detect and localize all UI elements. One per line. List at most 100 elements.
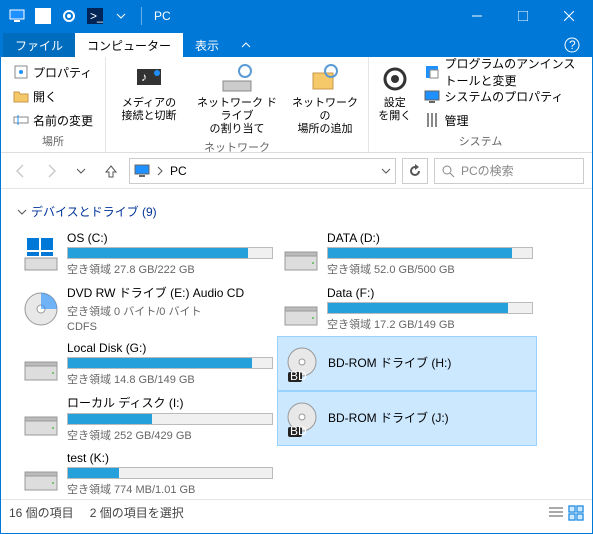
drive-name: DVD RW ドライブ (E:) Audio CD <box>67 284 273 301</box>
drive-item[interactable]: test (K:) 空き領域 774 MB/1.01 GB <box>17 446 277 499</box>
manage-button[interactable]: 管理 <box>420 109 584 131</box>
group-label-network: ネットワーク <box>114 137 360 155</box>
drive-icon: BD <box>282 344 322 384</box>
svg-text:BD: BD <box>290 369 307 383</box>
recent-button[interactable] <box>69 159 93 183</box>
drive-name: Local Disk (G:) <box>67 341 273 355</box>
selection-count: 2 個の項目を選択 <box>90 504 184 521</box>
status-bar: 16 個の項目 2 個の項目を選択 <box>1 499 592 525</box>
uninstall-button[interactable]: プログラムのアンインストールと変更 <box>420 61 584 83</box>
system-props-icon <box>424 88 440 104</box>
drive-name: OS (C:) <box>67 231 273 245</box>
back-button[interactable] <box>9 159 33 183</box>
add-location-icon <box>309 63 341 95</box>
drive-free-space: 空き領域 774 MB/1.01 GB <box>67 481 273 497</box>
maximize-button[interactable] <box>500 1 546 31</box>
close-button[interactable] <box>546 1 592 31</box>
svg-text:BD: BD <box>290 424 307 438</box>
drive-icon <box>281 289 321 329</box>
drive-free-space: 空き領域 52.0 GB/500 GB <box>327 261 533 277</box>
minimize-button[interactable] <box>454 1 500 31</box>
tab-view[interactable]: 表示 <box>183 33 231 57</box>
qat-powershell-icon[interactable]: >_ <box>83 4 107 28</box>
group-label-place: 場所 <box>9 131 97 149</box>
drive-icon <box>21 234 61 274</box>
ribbon-expand-button[interactable] <box>231 33 261 57</box>
drive-item[interactable]: Local Disk (G:) 空き領域 14.8 GB/149 GB <box>17 336 277 391</box>
drive-free-space: 空き領域 27.8 GB/222 GB <box>67 261 273 277</box>
qat-dropdown-icon[interactable] <box>109 4 133 28</box>
chevron-down-icon[interactable] <box>381 166 391 176</box>
drive-free-space: 空き領域 252 GB/429 GB <box>67 427 273 443</box>
ribbon: プロパティ 開く 名前の変更 場所 ♪メディアの 接続と切断 ネットワーク ドラ… <box>1 57 592 153</box>
details-view-button[interactable] <box>548 505 564 521</box>
drive-free-space: 空き領域 14.8 GB/149 GB <box>67 371 273 387</box>
path-segment[interactable]: PC <box>170 164 187 178</box>
forward-button[interactable] <box>39 159 63 183</box>
help-button[interactable]: ? <box>552 33 592 57</box>
add-location-button[interactable]: ネットワークの 場所の追加 <box>290 61 360 137</box>
address-bar[interactable]: PC <box>129 158 396 184</box>
window-title: PC <box>146 9 454 23</box>
capacity-bar <box>327 247 533 259</box>
ribbon-tabs: ファイル コンピューター 表示 ? <box>1 31 592 57</box>
capacity-bar <box>327 302 533 314</box>
system-properties-button[interactable]: システムのプロパティ <box>420 85 584 107</box>
drive-item[interactable]: ローカル ディスク (I:) 空き領域 252 GB/429 GB <box>17 391 277 446</box>
properties-icon <box>13 64 29 80</box>
search-input[interactable]: PCの検索 <box>434 158 584 184</box>
drive-item[interactable]: Data (F:)空き領域 17.2 GB/149 GB <box>277 281 537 336</box>
tab-file[interactable]: ファイル <box>3 33 75 57</box>
settings-icon <box>379 63 411 95</box>
qat-app-icon[interactable] <box>31 4 55 28</box>
qat-settings-icon[interactable] <box>57 4 81 28</box>
open-settings-button[interactable]: 設定 を開く <box>377 61 412 131</box>
tab-computer[interactable]: コンピューター <box>75 33 183 57</box>
group-header[interactable]: デバイスとドライブ (9) <box>17 197 576 226</box>
drive-icon <box>21 399 61 439</box>
svg-text:>_: >_ <box>90 9 103 23</box>
open-button[interactable]: 開く <box>9 85 97 107</box>
drive-filesystem: CDFS <box>67 321 273 333</box>
drive-icon: BD <box>282 399 322 439</box>
drive-free-space: 空き領域 17.2 GB/149 GB <box>327 316 533 332</box>
svg-text:?: ? <box>569 38 576 52</box>
drive-item[interactable]: DVD RW ドライブ (E:) Audio CD 空き領域 0 バイト/0 バイ… <box>17 281 277 336</box>
chevron-right-icon[interactable] <box>156 166 164 176</box>
navigation-bar: PC PCの検索 <box>1 153 592 189</box>
drive-item[interactable]: BD BD-ROM ドライブ (H:) <box>277 336 537 391</box>
group-label-system: システム <box>377 131 584 149</box>
rename-button[interactable]: 名前の変更 <box>9 109 97 131</box>
drive-name: BD-ROM ドライブ (J:) <box>328 409 532 426</box>
item-count: 16 個の項目 <box>9 504 74 521</box>
content-area: デバイスとドライブ (9) OS (C:) 空き領域 27.8 GB/222 GB… <box>1 189 592 499</box>
capacity-bar <box>67 413 273 425</box>
drive-name: ローカル ディスク (I:) <box>67 394 273 411</box>
drive-item[interactable]: DATA (D:)空き領域 52.0 GB/500 GB <box>277 226 537 281</box>
drive-name: BD-ROM ドライブ (H:) <box>328 354 532 371</box>
refresh-button[interactable] <box>402 158 428 184</box>
drive-icon <box>21 289 61 329</box>
map-drive-icon <box>221 63 253 95</box>
capacity-bar <box>67 467 273 479</box>
drive-item[interactable]: BD BD-ROM ドライブ (J:) <box>277 391 537 446</box>
drive-icon <box>21 454 61 494</box>
open-icon <box>13 88 29 104</box>
drive-name: test (K:) <box>67 451 273 465</box>
capacity-bar <box>67 357 273 369</box>
pc-icon <box>134 163 150 179</box>
tiles-view-button[interactable] <box>568 505 584 521</box>
drive-item[interactable]: OS (C:) 空き領域 27.8 GB/222 GB <box>17 226 277 281</box>
capacity-bar <box>67 247 273 259</box>
map-drive-button[interactable]: ネットワーク ドライブ の割り当て <box>192 61 282 137</box>
media-connect-button[interactable]: ♪メディアの 接続と切断 <box>114 61 184 137</box>
properties-button[interactable]: プロパティ <box>9 61 97 83</box>
media-icon: ♪ <box>133 63 165 95</box>
drive-free-space: 空き領域 0 バイト/0 バイト <box>67 303 273 319</box>
uninstall-icon <box>424 64 440 80</box>
drive-icon <box>21 344 61 384</box>
manage-icon <box>424 112 440 128</box>
svg-text:♪: ♪ <box>141 70 147 84</box>
pc-icon <box>5 4 29 28</box>
up-button[interactable] <box>99 159 123 183</box>
